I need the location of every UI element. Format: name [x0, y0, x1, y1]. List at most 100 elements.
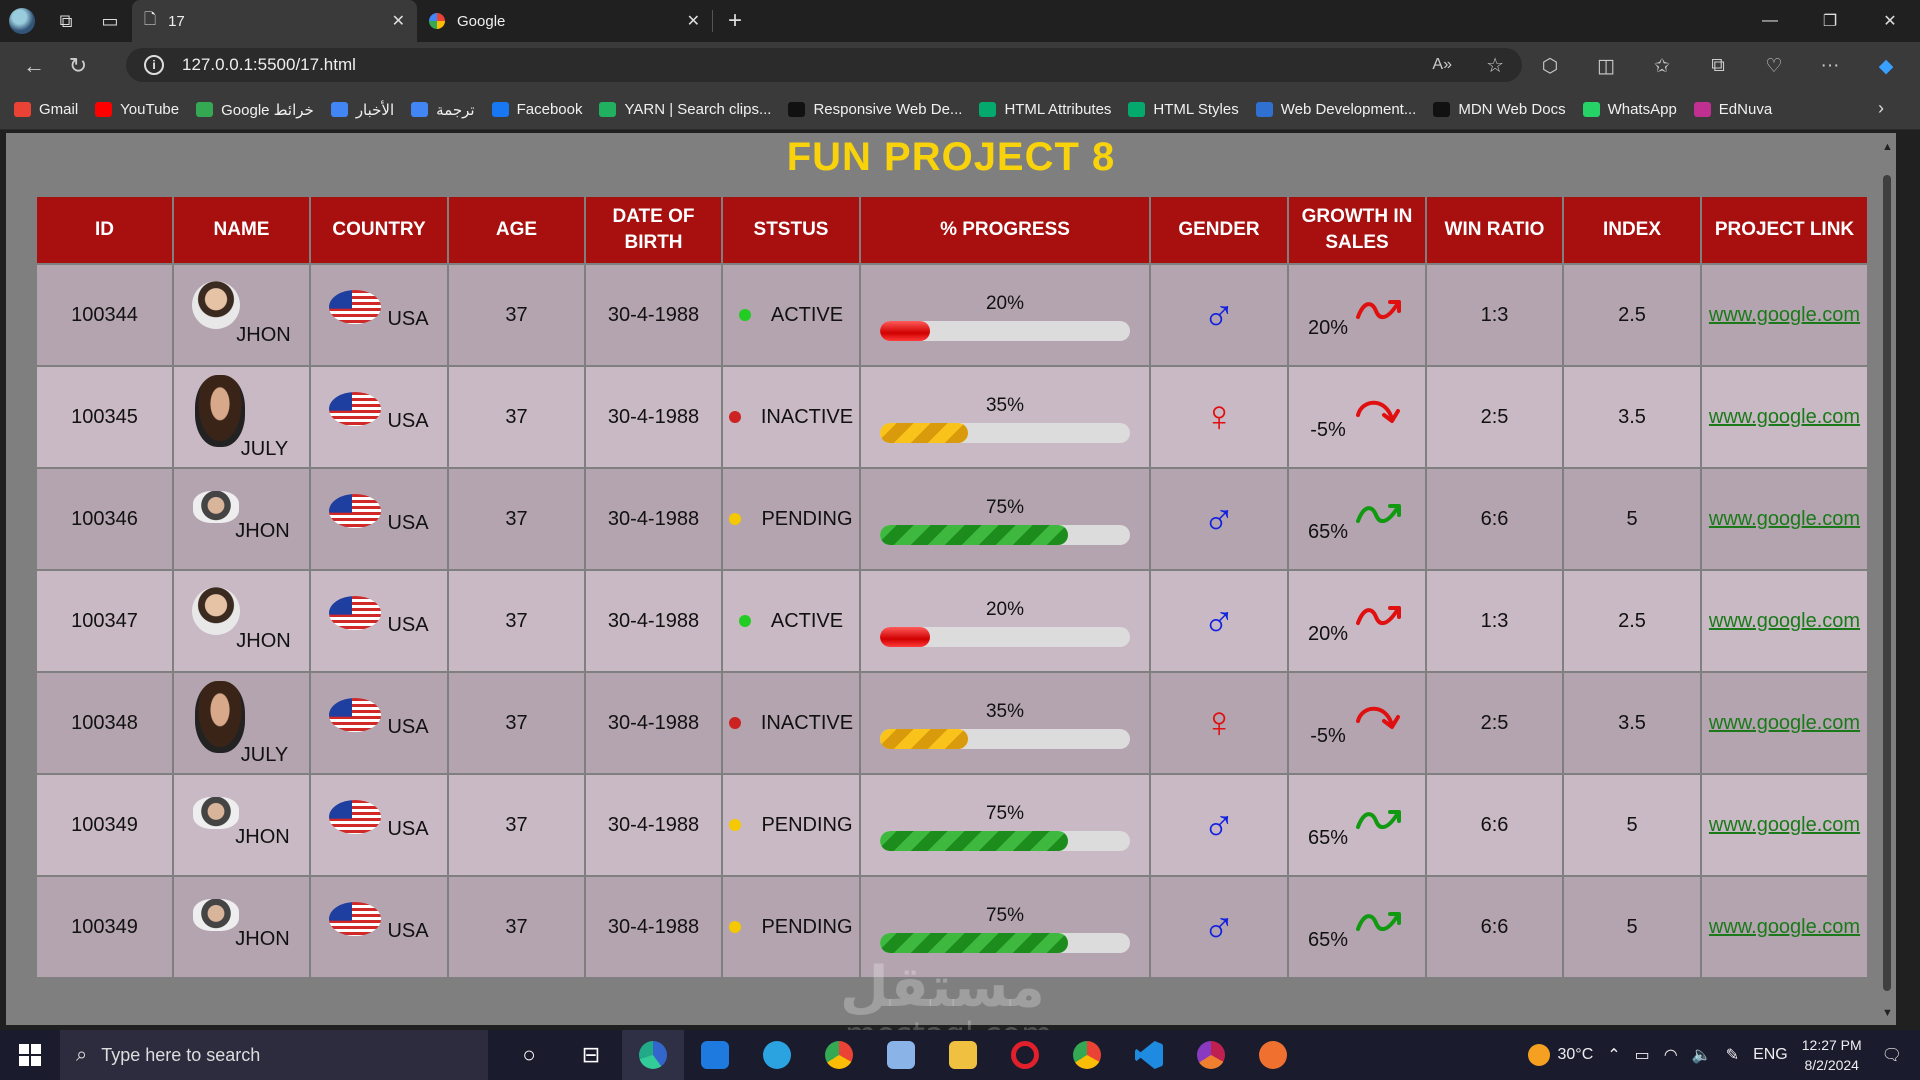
- close-icon[interactable]: ✕: [687, 11, 700, 31]
- status-text: INACTIVE: [760, 405, 854, 428]
- wifi-icon[interactable]: ◠: [1664, 1045, 1678, 1065]
- bookmark-label: Facebook: [516, 101, 583, 118]
- tab-google[interactable]: Google ✕: [417, 0, 712, 42]
- taskbar-search[interactable]: ⌕ Type here to search: [60, 1030, 488, 1080]
- win-ratio: 1:3: [1480, 303, 1509, 326]
- bookmark-item[interactable]: MDN Web Docs: [1433, 101, 1566, 118]
- project-link[interactable]: www.google.com: [1709, 814, 1860, 836]
- cell-dob: 30-4-1988: [584, 365, 723, 469]
- chrome-dev-icon[interactable]: [1180, 1030, 1242, 1080]
- url-input[interactable]: i 127.0.0.1:5500/17.html A» ☆: [126, 48, 1522, 82]
- bookmark-item[interactable]: الأخبار: [330, 101, 394, 119]
- vscode-icon[interactable]: [1118, 1030, 1180, 1080]
- bookmark-item[interactable]: YARN | Search clips...: [599, 101, 771, 118]
- close-icon[interactable]: ✕: [392, 11, 405, 31]
- project-link[interactable]: www.google.com: [1709, 508, 1860, 530]
- bookmark-label: HTML Styles: [1153, 101, 1239, 118]
- win-ratio: 1:3: [1480, 609, 1509, 632]
- profile-icon[interactable]: [0, 0, 44, 42]
- row-country: USA: [387, 817, 429, 840]
- scrollbar-thumb[interactable]: [1883, 175, 1891, 991]
- cell-gender: ♂: [1149, 773, 1289, 877]
- temperature[interactable]: 30°C: [1558, 1046, 1594, 1064]
- progress-bar: 75%: [880, 497, 1130, 545]
- site-info-icon[interactable]: i: [144, 55, 164, 75]
- language[interactable]: ENG: [1753, 1046, 1788, 1064]
- chrome-icon[interactable]: [808, 1030, 870, 1080]
- row-dob: 30-4-1988: [607, 405, 700, 428]
- refresh-icon[interactable]: ↻: [56, 44, 100, 88]
- clock[interactable]: 12:27 PM 8/2/2024: [1802, 1035, 1862, 1075]
- weather-icon[interactable]: [1527, 1044, 1550, 1066]
- back-icon[interactable]: ←: [12, 44, 56, 88]
- bookmark-item[interactable]: WhatsApp: [1582, 101, 1677, 118]
- cell-name: JULY: [172, 671, 311, 775]
- edge-icon[interactable]: [622, 1030, 684, 1080]
- project-link[interactable]: www.google.com: [1709, 916, 1860, 938]
- project-link[interactable]: www.google.com: [1709, 610, 1860, 632]
- notifications-icon[interactable]: 🗨: [1882, 1045, 1902, 1065]
- project-link[interactable]: www.google.com: [1709, 304, 1860, 326]
- chevron-right-icon[interactable]: ›: [1878, 98, 1884, 119]
- cell-win-ratio: 1:3: [1425, 263, 1564, 367]
- bookmark-item[interactable]: Facebook: [491, 101, 583, 118]
- sublime-icon[interactable]: [1242, 1030, 1304, 1080]
- cell-index: 5: [1562, 773, 1702, 877]
- win-ratio: 6:6: [1480, 915, 1509, 938]
- telegram-icon[interactable]: [746, 1030, 808, 1080]
- close-window-icon[interactable]: ✕: [1860, 0, 1920, 42]
- scroll-down-icon[interactable]: ▼: [1882, 1007, 1893, 1019]
- bookmark-item[interactable]: EdNuva: [1693, 101, 1772, 118]
- bookmark-item[interactable]: Gmail: [14, 101, 78, 118]
- table-row: 100346 JHON USA 37 30-4-1988 PENDING 75% ♂ 65% 6:…: [35, 467, 1869, 571]
- project-link[interactable]: www.google.com: [1709, 406, 1860, 428]
- favorites-icon[interactable]: ✩: [1634, 55, 1690, 78]
- split-screen-icon[interactable]: ◫: [1578, 55, 1634, 78]
- project-link[interactable]: www.google.com: [1709, 712, 1860, 734]
- scrollbar[interactable]: ▲ ▼: [1878, 133, 1896, 1025]
- volume-icon[interactable]: 🔈: [1692, 1045, 1712, 1065]
- cell-dob: 30-4-1988: [584, 671, 723, 775]
- opera-icon[interactable]: [994, 1030, 1056, 1080]
- bookmark-item[interactable]: Web Development...: [1255, 101, 1416, 118]
- system-tray: 30°C ⌃ ▭ ◠ 🔈 ✎ ENG 12:27 PM 8/2/2024 🗨: [1527, 1030, 1920, 1080]
- favorite-star-icon[interactable]: ☆: [1486, 53, 1504, 78]
- table-header: ID NAME COUNTRY AGE DATE OF BIRTH STSTUS% PRO…: [35, 195, 1869, 265]
- cell-id: 100346: [35, 467, 174, 571]
- task-view-icon[interactable]: ⊟: [560, 1030, 622, 1080]
- vertical-tabs-icon[interactable]: ▭: [88, 0, 132, 42]
- battery-icon[interactable]: ▭: [1635, 1045, 1650, 1065]
- row-age: 37: [505, 711, 528, 734]
- collections-icon[interactable]: ⧉: [44, 0, 88, 42]
- tab-17[interactable]: 🗋 17 ✕: [132, 0, 417, 42]
- more-icon[interactable]: ···: [1802, 55, 1858, 77]
- bookmark-item[interactable]: HTML Attributes: [979, 101, 1111, 118]
- bookmark-item[interactable]: HTML Styles: [1128, 101, 1239, 118]
- pen-icon[interactable]: ✎: [1726, 1045, 1739, 1065]
- progress-label: 35%: [985, 701, 1025, 722]
- bookmark-item[interactable]: Responsive Web De...: [788, 101, 962, 118]
- collections-icon[interactable]: ⧉: [1690, 55, 1746, 77]
- extensions-icon[interactable]: ⬡: [1522, 55, 1578, 78]
- read-aloud-icon[interactable]: A»: [1432, 56, 1452, 74]
- progress-label: 20%: [985, 293, 1025, 314]
- restore-icon[interactable]: ❐: [1800, 0, 1860, 42]
- progress-label: 75%: [985, 905, 1025, 926]
- file-explorer-icon[interactable]: [932, 1030, 994, 1080]
- browser-essentials-icon[interactable]: ♡: [1746, 55, 1802, 78]
- store-icon[interactable]: [684, 1030, 746, 1080]
- cortana-icon[interactable]: ○: [498, 1030, 560, 1080]
- bookmark-item[interactable]: ترجمة: [411, 101, 475, 119]
- bookmark-icon: [491, 102, 509, 117]
- copilot-icon[interactable]: ◆: [1858, 55, 1914, 78]
- new-tab-button[interactable]: +: [713, 7, 757, 35]
- scroll-up-icon[interactable]: ▲: [1882, 141, 1893, 153]
- chevron-up-icon[interactable]: ⌃: [1607, 1045, 1620, 1065]
- minimize-icon[interactable]: —: [1740, 0, 1800, 42]
- bookmark-item[interactable]: YouTube: [95, 101, 179, 118]
- bookmark-item[interactable]: Google خرائط: [196, 101, 314, 119]
- chrome-profile-icon[interactable]: [1056, 1030, 1118, 1080]
- notepad-icon[interactable]: [870, 1030, 932, 1080]
- windows-start-icon[interactable]: [0, 1030, 60, 1080]
- cell-id: 100345: [35, 365, 174, 469]
